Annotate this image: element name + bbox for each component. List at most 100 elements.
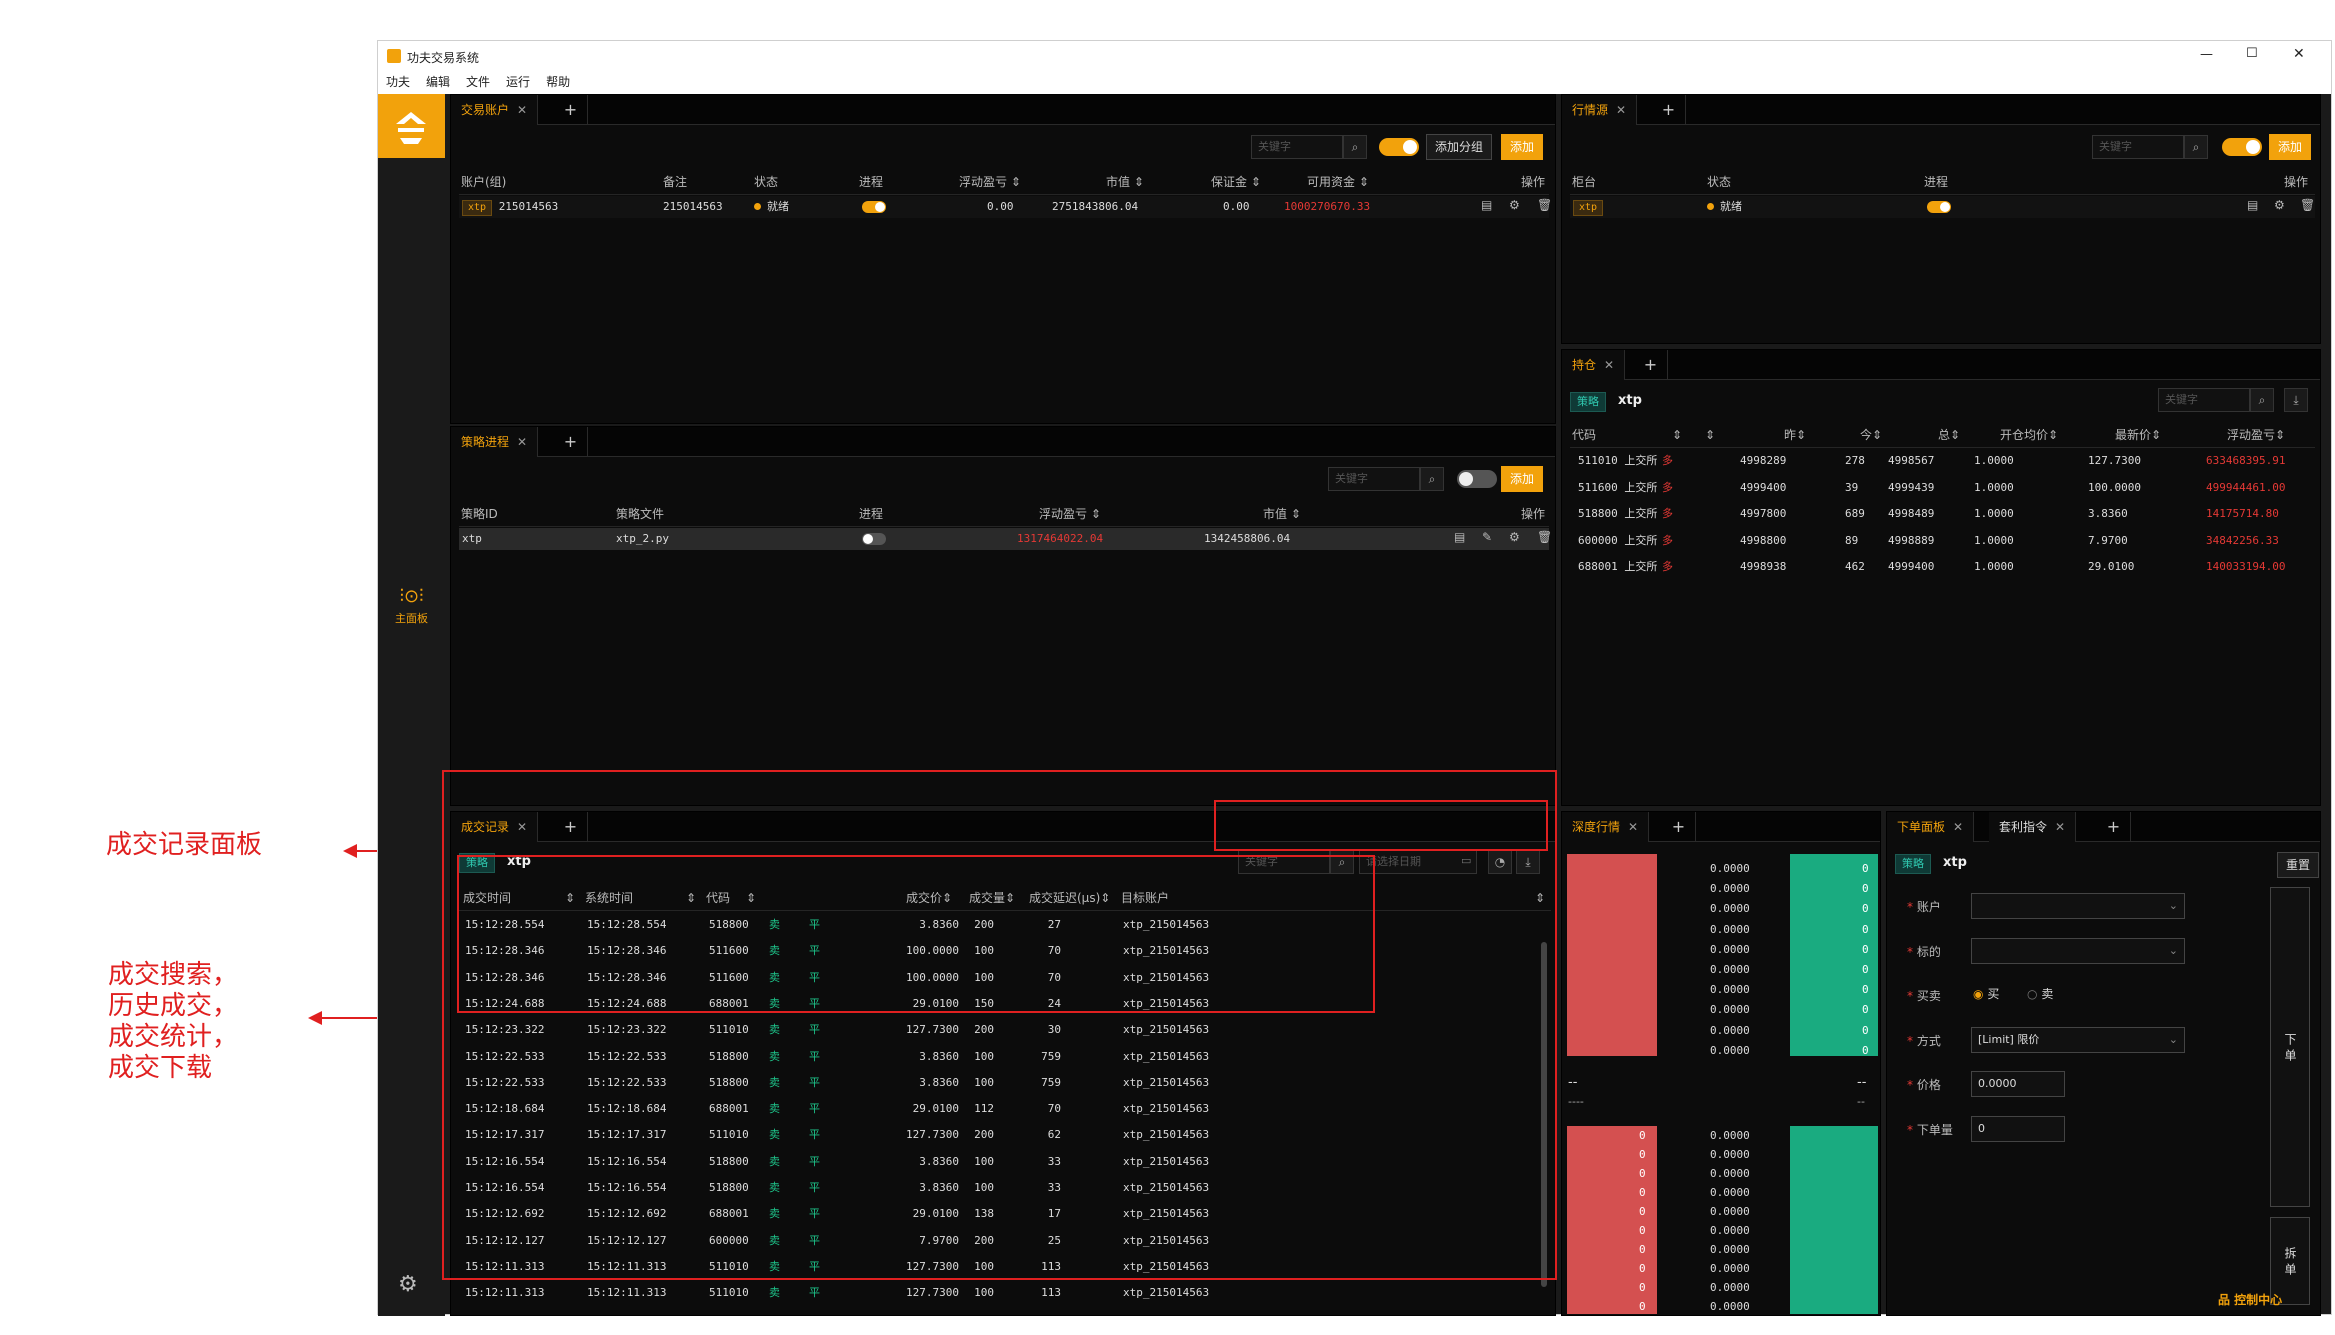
- close-tab-icon[interactable]: ✕: [1604, 358, 1614, 372]
- table-row[interactable]: 600000 上交所多 4998800 89 4998889 1.0000 7.9700 3…: [1570, 530, 2315, 552]
- add-tab-button[interactable]: +: [1652, 95, 1686, 125]
- col-pnl[interactable]: 浮动盈亏 ⇕: [959, 171, 1021, 193]
- add-group-button[interactable]: 添加分组: [1426, 134, 1493, 160]
- table-row[interactable]: 511600 上交所多 4999400 39 4999439 1.0000 100.000…: [1570, 477, 2315, 499]
- side-sell-radio[interactable]: ○ 卖: [2027, 985, 2053, 1002]
- close-tab-icon[interactable]: ✕: [517, 103, 527, 117]
- col-direction[interactable]: ⇕: [1705, 424, 1715, 446]
- table-row[interactable]: xtp xtp_2.py 1317464022.04 1342458806.04…: [459, 528, 1552, 550]
- toggle-all-md[interactable]: [2222, 138, 2262, 156]
- search-input[interactable]: 关键字: [1251, 135, 1343, 159]
- add-tab-button[interactable]: +: [1662, 812, 1696, 842]
- edit-icon[interactable]: ✎: [1482, 530, 1492, 544]
- col-pnl[interactable]: 浮动盈亏⇕: [2227, 424, 2285, 446]
- file-icon[interactable]: ▤: [2247, 198, 2258, 212]
- tab-md-source[interactable]: 行情源 ✕: [1562, 95, 1638, 125]
- toggle-all-strategies[interactable]: [1457, 470, 1497, 488]
- table-row[interactable]: 511010 上交所多 4998289 278 4998567 1.0000 127.73…: [1570, 450, 2315, 472]
- close-icon[interactable]: ✕: [2293, 46, 2305, 62]
- ask-price: 0.0000: [1710, 882, 1750, 896]
- order-type-select[interactable]: [Limit] 限价 ⌄: [1971, 1027, 2185, 1053]
- close-tab-icon[interactable]: ✕: [517, 435, 527, 449]
- cell-avg: 1.0000: [1974, 507, 2014, 520]
- tab-accounts[interactable]: 交易账户 ✕: [451, 95, 539, 125]
- gear-icon[interactable]: ⚙: [1509, 530, 1520, 544]
- file-icon[interactable]: ▤: [1454, 530, 1465, 544]
- delete-icon[interactable]: 🗑: [2300, 198, 2315, 212]
- menu-edit[interactable]: 编辑: [426, 71, 450, 94]
- tab-depth[interactable]: 深度行情 ✕: [1562, 812, 1650, 842]
- account-select[interactable]: ⌄: [1971, 893, 2185, 919]
- file-icon[interactable]: ▤: [1481, 198, 1492, 212]
- col-last-price[interactable]: 最新价⇕: [2115, 424, 2161, 446]
- main-panel-nav[interactable]: ⫶⊙⫶ 主面板: [378, 584, 445, 644]
- delete-icon[interactable]: 🗑: [1537, 530, 1552, 544]
- table-row[interactable]: xtp 就绪 ▤ ⚙ 🗑: [1570, 196, 2315, 218]
- close-tab-icon[interactable]: ✕: [1628, 820, 1638, 834]
- add-tab-button[interactable]: +: [2097, 812, 2131, 842]
- gear-icon[interactable]: ⚙: [398, 1272, 418, 1297]
- status-text: 就绪: [767, 200, 789, 213]
- col-today[interactable]: 今⇕: [1860, 424, 1882, 446]
- tab-arbitrage[interactable]: 套利指令 ✕: [1989, 812, 2077, 842]
- tab-strategy[interactable]: 策略进程 ✕: [451, 427, 539, 457]
- col-market-value[interactable]: 市值 ⇕: [1263, 503, 1301, 525]
- price-input[interactable]: 0.0000: [1971, 1071, 2065, 1097]
- instrument-select[interactable]: ⌄: [1971, 938, 2185, 964]
- menu-help[interactable]: 帮助: [546, 71, 570, 94]
- gear-icon[interactable]: ⚙: [1509, 198, 1520, 212]
- col-yesterday[interactable]: 昨⇕: [1784, 424, 1806, 446]
- download-icon[interactable]: ⤓: [2284, 388, 2308, 412]
- process-toggle[interactable]: [1927, 201, 1951, 213]
- close-tab-icon[interactable]: ✕: [1616, 103, 1626, 117]
- cell-side: 卖: [769, 1286, 780, 1300]
- ask-price: 0.0000: [1710, 1023, 1750, 1037]
- menu-run[interactable]: 运行: [506, 71, 530, 94]
- table-row[interactable]: 518800 上交所多 4997800 689 4998489 1.0000 3.8360…: [1570, 503, 2315, 525]
- maximize-icon[interactable]: ☐: [2246, 46, 2258, 61]
- col-avg-price[interactable]: 开仓均价⇕: [2000, 424, 2058, 446]
- search-input[interactable]: 关键字: [2158, 388, 2250, 412]
- cell-td: 278: [1845, 454, 1865, 467]
- control-center-link[interactable]: 品 控制中心: [2218, 1291, 2282, 1308]
- col-market-value[interactable]: 市值 ⇕: [1106, 171, 1144, 193]
- table-row[interactable]: 688001 上交所多 4998938 462 4999400 1.0000 29.010…: [1570, 556, 2315, 578]
- close-tab-icon[interactable]: ✕: [2055, 820, 2065, 834]
- tab-position[interactable]: 持仓 ✕: [1562, 350, 1626, 380]
- col-margin[interactable]: 保证金 ⇕: [1211, 171, 1261, 193]
- place-order-button[interactable]: 下 单: [2270, 887, 2310, 1207]
- search-icon[interactable]: ⌕: [2184, 135, 2208, 159]
- process-toggle[interactable]: [862, 201, 886, 213]
- menu-file[interactable]: 文件: [466, 71, 490, 94]
- search-input[interactable]: 关键字: [1328, 467, 1420, 491]
- gear-icon[interactable]: ⚙: [2274, 198, 2285, 212]
- add-tab-button[interactable]: +: [554, 427, 588, 457]
- add-md-button[interactable]: 添加: [2269, 134, 2312, 160]
- tab-place-order[interactable]: 下单面板 ✕: [1887, 812, 1975, 842]
- add-strategy-button[interactable]: 添加: [1501, 466, 1544, 492]
- toggle-all-accounts[interactable]: [1379, 138, 1419, 156]
- add-account-button[interactable]: 添加: [1501, 134, 1544, 160]
- col-pnl[interactable]: 浮动盈亏 ⇕: [1039, 503, 1101, 525]
- table-row[interactable]: 15:12:11.313 15:12:11.313 511010 卖 平 127.7300…: [451, 1282, 1541, 1304]
- search-icon[interactable]: ⌕: [1420, 467, 1444, 491]
- search-input[interactable]: 关键字: [2092, 135, 2184, 159]
- md-type-tag: xtp: [1573, 200, 1604, 216]
- add-tab-button[interactable]: +: [1634, 350, 1668, 380]
- search-icon[interactable]: ⌕: [2250, 388, 2274, 412]
- process-toggle[interactable]: [862, 533, 886, 545]
- reset-button[interactable]: 重置: [2277, 852, 2320, 878]
- col-total[interactable]: 总⇕: [1938, 424, 1960, 446]
- cell-td: 689: [1845, 507, 1865, 520]
- volume-input[interactable]: 0: [1971, 1116, 2065, 1142]
- col-sort-1[interactable]: ⇕: [1672, 424, 1682, 446]
- minimize-icon[interactable]: —: [2200, 47, 2213, 62]
- close-tab-icon[interactable]: ✕: [1953, 820, 1963, 834]
- col-available[interactable]: 可用资金 ⇕: [1307, 171, 1369, 193]
- menu-kungfu[interactable]: 功夫: [386, 71, 410, 94]
- search-icon[interactable]: ⌕: [1343, 135, 1367, 159]
- add-tab-button[interactable]: +: [554, 95, 588, 125]
- side-buy-radio[interactable]: ◉ 买: [1973, 985, 1999, 1002]
- table-row[interactable]: xtp 215014563 215014563 就绪 0.00 27518438…: [459, 196, 1552, 218]
- delete-icon[interactable]: 🗑: [1537, 198, 1552, 212]
